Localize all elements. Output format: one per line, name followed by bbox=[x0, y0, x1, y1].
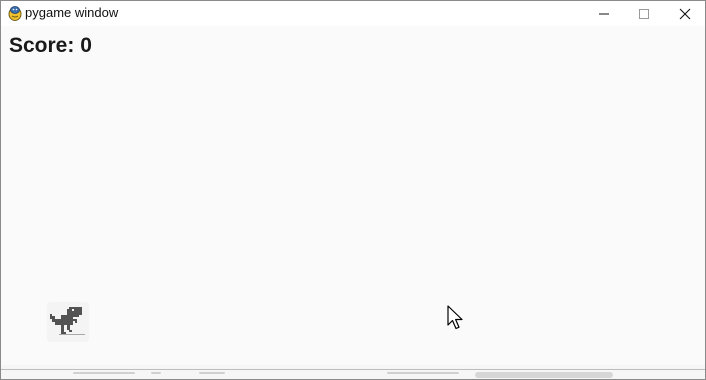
minimize-button[interactable] bbox=[584, 1, 624, 26]
close-button[interactable] bbox=[665, 1, 705, 26]
maximize-button[interactable] bbox=[624, 1, 664, 26]
dino-icon bbox=[50, 307, 85, 335]
ground-line bbox=[1, 369, 705, 370]
maximize-icon bbox=[639, 8, 649, 19]
ground-dash bbox=[387, 372, 459, 374]
score-label: Score: 0 bbox=[9, 34, 92, 57]
mouse-pointer-icon bbox=[447, 305, 463, 330]
window-title: pygame window bbox=[25, 5, 119, 20]
minimize-icon bbox=[599, 13, 609, 14]
game-canvas[interactable]: Score: 0 bbox=[1, 26, 705, 379]
pygame-snake-icon bbox=[8, 6, 22, 21]
close-icon bbox=[679, 8, 691, 19]
title-bar[interactable]: pygame window bbox=[1, 1, 705, 26]
ground-dash bbox=[73, 372, 135, 374]
ground-strip bbox=[1, 365, 705, 379]
ground-dash bbox=[199, 372, 225, 374]
dino-sprite bbox=[47, 302, 89, 342]
ground-bump bbox=[475, 372, 613, 378]
ground-dash bbox=[151, 372, 161, 374]
pygame-window: pygame window Score: 0 bbox=[0, 0, 706, 380]
